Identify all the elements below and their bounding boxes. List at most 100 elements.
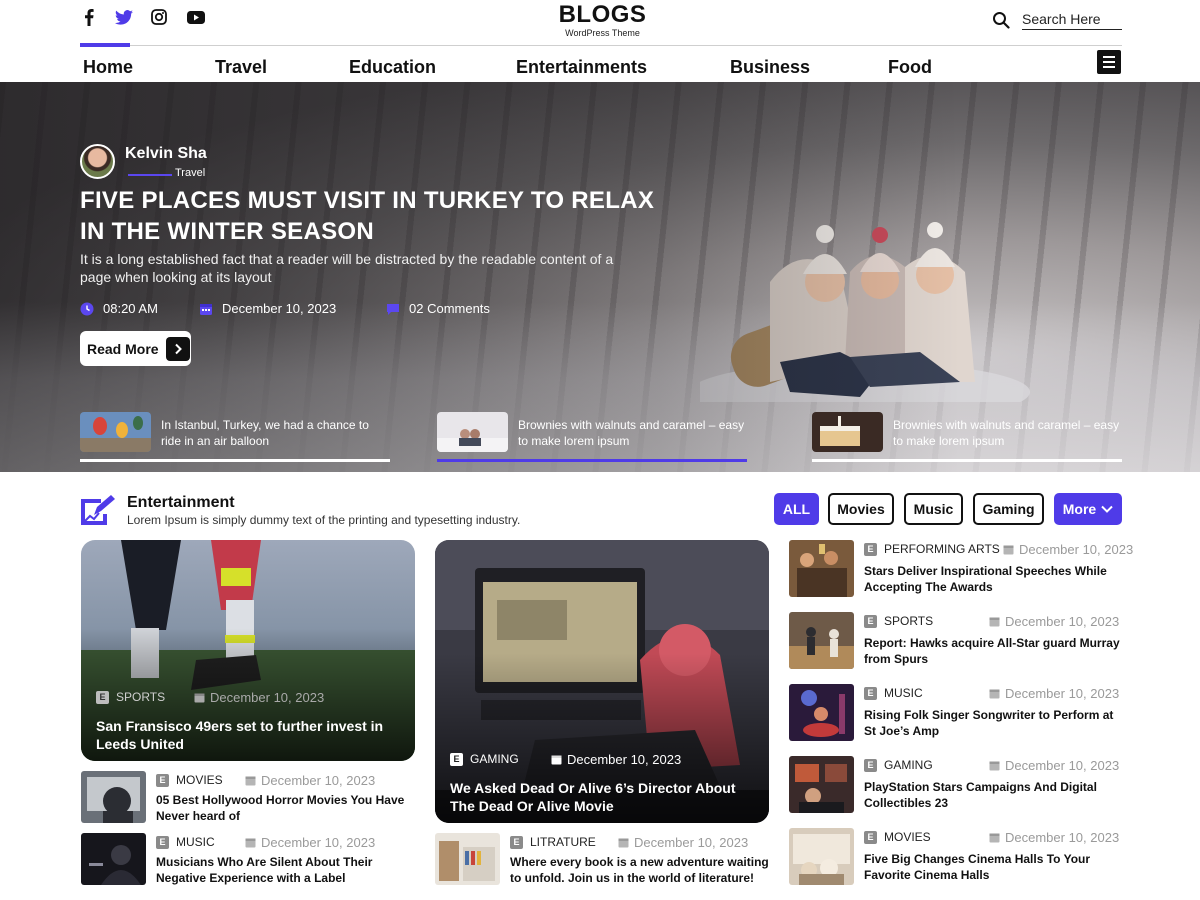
- search-box: Search Here: [992, 9, 1122, 30]
- category-label[interactable]: E GAMING: [450, 752, 519, 766]
- hero-slide-1[interactable]: In Istanbul, Turkey, we had a chance to …: [80, 412, 390, 462]
- category-label[interactable]: E SPORTS: [96, 690, 165, 704]
- list-item[interactable]: E MOVIES December 10, 2023 Five Big Chang…: [789, 828, 1139, 886]
- item-title[interactable]: Report: Hawks acquire All-Star guard Mur…: [864, 635, 1134, 667]
- filter-gaming-button[interactable]: Gaming: [973, 493, 1044, 525]
- item-title[interactable]: Five Big Changes Cinema Halls To Your Fav…: [864, 851, 1134, 883]
- nav-item-business[interactable]: Business: [730, 57, 810, 78]
- slide-thumbnail-cake: [812, 412, 883, 452]
- post-date: December 10, 2023: [194, 690, 324, 705]
- hero-date: December 10, 2023: [199, 301, 336, 316]
- filter-movies-button[interactable]: Movies: [828, 493, 894, 525]
- item-title[interactable]: PlayStation Stars Campaigns And Digital C…: [864, 779, 1134, 811]
- calendar-icon: [618, 838, 629, 848]
- post-date: December 10, 2023: [245, 773, 375, 788]
- category-label: E SPORTS: [864, 614, 933, 628]
- category-label: E MOVIES: [156, 773, 223, 787]
- list-item[interactable]: E MUSIC December 10, 2023 Musicians Who A…: [81, 833, 415, 885]
- author-name[interactable]: Kelvin Sha: [125, 145, 207, 163]
- chevron-right-icon: [165, 336, 190, 361]
- nav-item-food[interactable]: Food: [888, 57, 932, 78]
- author-block: Kelvin Sha Travel: [80, 144, 207, 179]
- nav-item-home[interactable]: Home: [83, 57, 133, 78]
- item-title[interactable]: Rising Folk Singer Songwriter to Perform…: [864, 707, 1134, 739]
- list-item[interactable]: E MUSIC December 10, 2023 Rising Folk Sin…: [789, 684, 1139, 742]
- hero-title[interactable]: FIVE PLACES MUST VISIT IN TURKEY TO RELA…: [80, 185, 680, 247]
- filter-all-button[interactable]: ALL: [774, 493, 819, 525]
- nav-item-education[interactable]: Education: [349, 57, 436, 78]
- item-title[interactable]: Stars Deliver Inspirational Speeches Whi…: [864, 563, 1134, 595]
- comment-icon: [387, 303, 399, 315]
- calendar-icon: [989, 761, 1000, 771]
- calendar-icon: [245, 838, 256, 848]
- item-title[interactable]: Musicians Who Are Silent About Their Nega…: [156, 854, 416, 886]
- twitter-icon[interactable]: [115, 8, 133, 26]
- nav-item-travel[interactable]: Travel: [215, 57, 267, 78]
- edit-document-icon: [81, 495, 115, 525]
- search-input[interactable]: Search Here: [1022, 9, 1122, 30]
- card-title[interactable]: San Fransisco 49ers set to further inves…: [96, 717, 406, 753]
- nav-item-entertainments[interactable]: Entertainments: [516, 57, 647, 78]
- slide-title: Brownies with walnuts and caramel – easy…: [893, 418, 1120, 448]
- hero-slide-2[interactable]: Brownies with walnuts and caramel – easy…: [437, 412, 747, 462]
- calendar-icon: [194, 693, 205, 703]
- calendar-icon: [989, 689, 1000, 699]
- instagram-icon[interactable]: [150, 8, 168, 26]
- hero-slide-3[interactable]: Brownies with walnuts and caramel – easy…: [812, 412, 1122, 462]
- post-date: December 10, 2023: [618, 835, 748, 850]
- hero-comments[interactable]: 02 Comments: [386, 301, 490, 316]
- post-date: December 10, 2023: [245, 835, 375, 850]
- search-icon[interactable]: [992, 11, 1010, 29]
- list-item[interactable]: E GAMING December 10, 2023 PlayStation St…: [789, 756, 1139, 814]
- post-date: December 10, 2023: [989, 686, 1119, 701]
- list-item[interactable]: E PERFORMING ARTS December 10, 2023 Stars…: [789, 540, 1139, 598]
- header-divider: [80, 45, 1122, 46]
- hero-description: It is a long established fact that a rea…: [80, 251, 614, 285]
- calendar-icon: [1003, 545, 1014, 555]
- category-label: E MOVIES: [864, 830, 931, 844]
- item-title[interactable]: Where every book is a new adventure wait…: [510, 854, 775, 886]
- site-logo[interactable]: BLOGS WordPress Theme: [555, 1, 650, 39]
- section-title: Entertainment: [127, 494, 235, 511]
- slide-thumbnail-snow: [437, 412, 508, 452]
- item-title[interactable]: 05 Best Hollywood Horror Movies You Have…: [156, 792, 416, 824]
- calendar-icon: [200, 303, 212, 315]
- category-badge: E: [450, 752, 463, 766]
- post-date: December 10, 2023: [989, 758, 1119, 773]
- read-more-button[interactable]: Read More: [80, 331, 191, 366]
- list-item[interactable]: E LITRATURE December 10, 2023 Where every…: [435, 833, 775, 885]
- category-badge: E: [96, 690, 109, 704]
- list-item[interactable]: E MOVIES December 10, 2023 05 Best Hollyw…: [81, 771, 415, 823]
- thumbnail-performing-arts: [789, 540, 854, 597]
- post-date: December 10, 2023: [1003, 542, 1133, 557]
- youtube-icon[interactable]: [187, 8, 205, 26]
- card-title[interactable]: We Asked Dead Or Alive 6’s Director Abou…: [450, 779, 760, 815]
- featured-card[interactable]: E GAMING December 10, 2023 We Asked Dead…: [435, 540, 769, 823]
- slide-progress: [812, 459, 1122, 462]
- calendar-icon: [989, 833, 1000, 843]
- list-item[interactable]: E SPORTS December 10, 2023 Report: Hawks …: [789, 612, 1139, 670]
- calendar-icon: [989, 617, 1000, 627]
- category-label: E LITRATURE: [510, 835, 596, 849]
- filter-more-button[interactable]: More: [1054, 493, 1122, 525]
- filter-music-button[interactable]: Music: [904, 493, 963, 525]
- post-date: December 10, 2023: [551, 752, 681, 767]
- logo-title: BLOGS: [558, 1, 647, 28]
- slide-title: Brownies with walnuts and caramel – easy…: [518, 418, 745, 448]
- avatar[interactable]: [80, 144, 115, 179]
- thumbnail-sports: [789, 612, 854, 669]
- facebook-icon[interactable]: [80, 8, 98, 26]
- hero-banner: Kelvin Sha Travel FIVE PLACES MUST VISIT…: [0, 82, 1200, 472]
- post-date: December 10, 2023: [989, 830, 1119, 845]
- thumbnail-literature: [435, 833, 500, 885]
- author-category[interactable]: Travel: [175, 167, 205, 179]
- featured-card[interactable]: E SPORTS December 10, 2023 San Fransisco…: [81, 540, 415, 761]
- slide-progress-active: [437, 459, 747, 462]
- category-label: E MUSIC: [864, 686, 923, 700]
- menu-icon[interactable]: [1097, 50, 1121, 74]
- logo-subtitle: WordPress Theme: [565, 28, 640, 38]
- thumbnail-music: [81, 833, 146, 885]
- section-subtitle: Lorem Ipsum is simply dummy text of the …: [127, 513, 521, 527]
- slide-thumbnail-balloons: [80, 412, 151, 452]
- slide-progress: [80, 459, 390, 462]
